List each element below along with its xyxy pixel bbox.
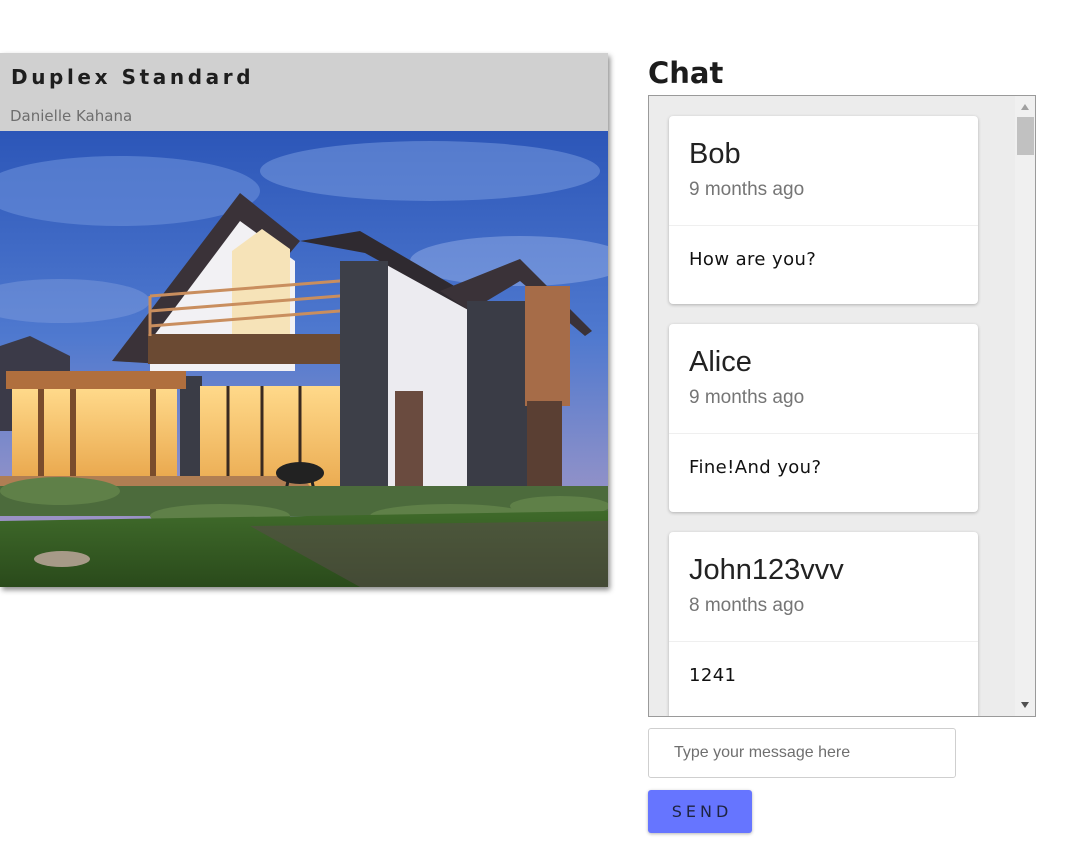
message-timestamp: 9 months ago <box>689 387 805 408</box>
message-text: 1241 <box>689 665 737 686</box>
listing-owner: Danielle Kahana <box>10 107 133 125</box>
listing-photo <box>0 131 608 587</box>
chat-scrollbar[interactable] <box>1015 96 1035 716</box>
scrollbar-thumb[interactable] <box>1017 117 1034 155</box>
message-list: Bob 9 months ago How are you? Alice 9 mo… <box>669 116 978 716</box>
message-sender: John123vvv <box>689 554 844 586</box>
scroll-up-arrow-icon[interactable] <box>1021 104 1029 110</box>
message-card: John123vvv 8 months ago 1241 <box>669 532 978 716</box>
message-divider <box>669 641 978 642</box>
chat-heading: Chat <box>648 56 724 90</box>
chat-messages-panel[interactable]: Bob 9 months ago How are you? Alice 9 mo… <box>648 95 1036 717</box>
send-button[interactable]: SEND <box>648 790 752 833</box>
message-divider <box>669 433 978 434</box>
message-timestamp: 9 months ago <box>689 179 805 200</box>
message-card: Bob 9 months ago How are you? <box>669 116 978 304</box>
listing-card[interactable]: Duplex Standard Danielle Kahana <box>0 53 608 587</box>
message-divider <box>669 225 978 226</box>
message-timestamp: 8 months ago <box>689 595 805 616</box>
message-card: Alice 9 months ago Fine!And you? <box>669 324 978 512</box>
listing-header: Duplex Standard Danielle Kahana <box>0 53 608 131</box>
message-text: Fine!And you? <box>689 457 822 478</box>
scroll-down-arrow-icon[interactable] <box>1021 702 1029 708</box>
message-sender: Bob <box>689 138 741 170</box>
listing-title: Duplex Standard <box>11 65 255 89</box>
message-sender: Alice <box>689 346 752 378</box>
message-text: How are you? <box>689 249 817 270</box>
message-input[interactable] <box>648 728 956 778</box>
